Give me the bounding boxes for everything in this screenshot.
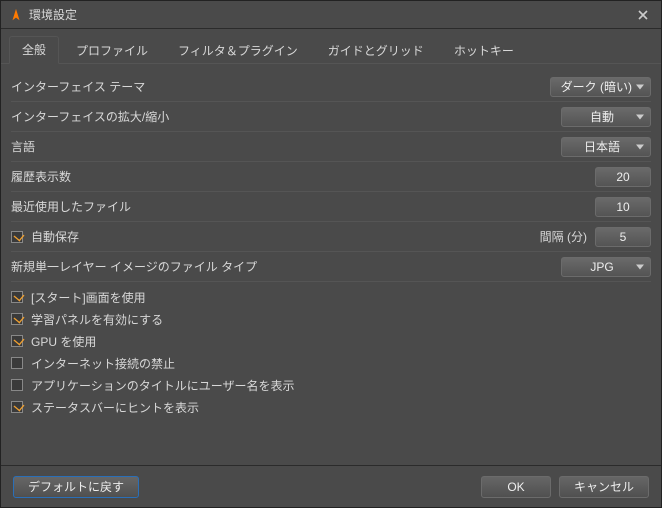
button-label: OK <box>507 480 524 494</box>
tabs: 全般 プロファイル フィルタ＆プラグイン ガイドとグリッド ホットキー <box>1 29 661 64</box>
chevron-down-icon <box>636 144 644 149</box>
numfield-value: 5 <box>620 230 627 244</box>
option-checkbox[interactable] <box>11 401 23 413</box>
autosave-interval-label: 間隔 (分) <box>540 228 587 245</box>
setting-label: 新規単一レイヤー イメージのファイル タイプ <box>11 258 561 275</box>
option-username-in-title: アプリケーションのタイトルにユーザー名を表示 <box>11 374 651 396</box>
numfield-value: 20 <box>616 170 629 184</box>
tab-general[interactable]: 全般 <box>9 36 59 64</box>
setting-theme: インターフェイス テーマ ダーク (暗い) <box>11 72 651 102</box>
tab-label: ガイドとグリッド <box>328 44 424 58</box>
language-dropdown[interactable]: 日本語 <box>561 137 651 157</box>
chevron-down-icon <box>636 114 644 119</box>
cancel-button[interactable]: キャンセル <box>559 476 649 498</box>
setting-label: 履歴表示数 <box>11 168 595 185</box>
option-label: インターネット接続の禁止 <box>31 355 175 372</box>
option-checkbox[interactable] <box>11 291 23 303</box>
option-learning-panel: 学習パネルを有効にする <box>11 308 651 330</box>
tab-filters[interactable]: フィルタ＆プラグイン <box>165 37 311 64</box>
numfield-value: 10 <box>616 200 629 214</box>
setting-recent-files: 最近使用したファイル 10 <box>11 192 651 222</box>
ok-button[interactable]: OK <box>481 476 551 498</box>
option-checkbox[interactable] <box>11 335 23 347</box>
settings-panel: インターフェイス テーマ ダーク (暗い) インターフェイスの拡大/縮小 自動 … <box>1 64 661 465</box>
tab-label: ホットキー <box>454 44 514 58</box>
setting-language: 言語 日本語 <box>11 132 651 162</box>
footer: デフォルトに戻す OK キャンセル <box>1 465 661 507</box>
titlebar: 環境設定 <box>1 1 661 29</box>
tab-guides[interactable]: ガイドとグリッド <box>315 37 437 64</box>
setting-label: インターフェイス テーマ <box>11 78 550 95</box>
history-field[interactable]: 20 <box>595 167 651 187</box>
setting-label: 言語 <box>11 138 561 155</box>
tab-label: プロファイル <box>76 44 148 58</box>
restore-defaults-button[interactable]: デフォルトに戻す <box>13 476 139 498</box>
chevron-down-icon <box>636 84 644 89</box>
option-label: アプリケーションのタイトルにユーザー名を表示 <box>31 377 295 394</box>
newlayer-dropdown[interactable]: JPG <box>561 257 651 277</box>
setting-label: インターフェイスの拡大/縮小 <box>11 108 561 125</box>
setting-scale: インターフェイスの拡大/縮小 自動 <box>11 102 651 132</box>
option-checkbox[interactable] <box>11 357 23 369</box>
option-checkbox[interactable] <box>11 313 23 325</box>
option-checkbox[interactable] <box>11 379 23 391</box>
tab-label: フィルタ＆プラグイン <box>178 44 298 58</box>
button-label: デフォルトに戻す <box>28 478 124 495</box>
option-gpu: GPU を使用 <box>11 330 651 352</box>
option-label: 学習パネルを有効にする <box>31 311 163 328</box>
setting-newlayer-type: 新規単一レイヤー イメージのファイル タイプ JPG <box>11 252 651 282</box>
setting-label: 自動保存 <box>31 228 540 245</box>
dropdown-value: ダーク (暗い) <box>561 78 632 95</box>
autosave-checkbox[interactable] <box>11 231 23 243</box>
tab-label: 全般 <box>22 43 46 57</box>
options-block: [スタート]画面を使用 学習パネルを有効にする GPU を使用 インターネット接… <box>11 286 651 418</box>
option-statusbar-hints: ステータスバーにヒントを表示 <box>11 396 651 418</box>
setting-label: 最近使用したファイル <box>11 198 595 215</box>
button-label: キャンセル <box>574 478 634 495</box>
option-start-screen: [スタート]画面を使用 <box>11 286 651 308</box>
recent-files-field[interactable]: 10 <box>595 197 651 217</box>
option-no-internet: インターネット接続の禁止 <box>11 352 651 374</box>
dropdown-value: 日本語 <box>584 138 620 155</box>
option-label: [スタート]画面を使用 <box>31 289 146 306</box>
theme-dropdown[interactable]: ダーク (暗い) <box>550 77 651 97</box>
autosave-interval-field[interactable]: 5 <box>595 227 651 247</box>
app-icon <box>9 8 23 22</box>
setting-autosave: 自動保存 間隔 (分) 5 <box>11 222 651 252</box>
setting-history: 履歴表示数 20 <box>11 162 651 192</box>
option-label: GPU を使用 <box>31 333 96 350</box>
chevron-down-icon <box>636 264 644 269</box>
tab-profiles[interactable]: プロファイル <box>63 37 161 64</box>
dropdown-value: JPG <box>590 260 613 274</box>
close-icon[interactable] <box>633 5 653 25</box>
option-label: ステータスバーにヒントを表示 <box>31 399 199 416</box>
scale-dropdown[interactable]: 自動 <box>561 107 651 127</box>
tab-hotkeys[interactable]: ホットキー <box>441 37 527 64</box>
window-title: 環境設定 <box>29 6 633 23</box>
dropdown-value: 自動 <box>590 108 614 125</box>
